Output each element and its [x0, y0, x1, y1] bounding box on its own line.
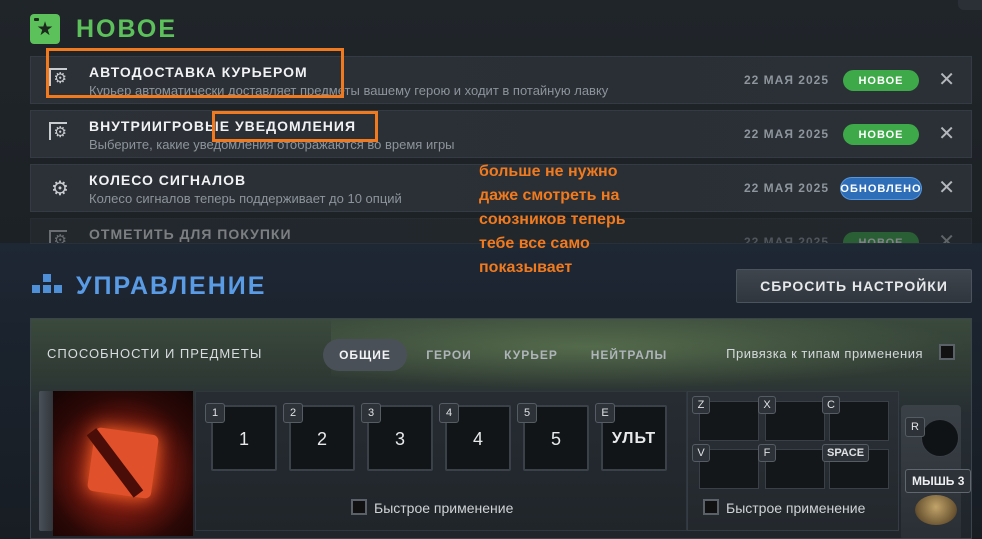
item-slot-z[interactable]: Z [692, 396, 759, 441]
hotkey-label: R [905, 417, 925, 437]
item-slot-space[interactable]: SPACE [822, 444, 889, 489]
annotation-text: больше не нужно даже смотреть на союзник… [479, 160, 669, 280]
hotkey-label: SPACE [822, 444, 870, 462]
quick-cast-items-label: Быстрое применение [726, 500, 866, 516]
item-slot-v[interactable]: V [692, 444, 759, 489]
hotkey-label: X [758, 396, 776, 414]
ability-label: 4 [472, 429, 483, 449]
list-item[interactable]: ⚙ ВНУТРИИГРОВЫЕ УВЕДОМЛЕНИЯ Выберите, ка… [30, 110, 972, 158]
ability-key-1[interactable]: 1 1 [205, 403, 277, 471]
hotkeys-panel: СПОСОБНОСТИ И ПРЕДМЕТЫ ОБЩИЕ ГЕРОИ КУРЬЕ… [30, 318, 972, 539]
ability-label: 2 [316, 429, 327, 449]
tab-neutrals[interactable]: НЕЙТРАЛЫ [583, 339, 675, 371]
status-badge: НОВОЕ [843, 124, 919, 145]
ability-label: 3 [394, 429, 405, 449]
hotkey-label: 1 [205, 403, 225, 423]
item-slot-c[interactable]: C [822, 396, 889, 441]
close-icon[interactable]: ✕ [938, 123, 955, 145]
status-badge: НОВОЕ [843, 70, 919, 91]
annotation-line: даже смотреть на [479, 187, 620, 204]
item-description: Курьер автоматически доставляет предметы… [89, 83, 609, 98]
annotation-line: тебе все само [479, 235, 590, 252]
teleport-scroll-icon [915, 495, 957, 525]
tab-courier[interactable]: КУРЬЕР [499, 339, 563, 371]
hotkey-label: 3 [361, 403, 381, 423]
list-item[interactable]: ⚙ АВТОДОСТАВКА КУРЬЕРОМ Курьер автоматич… [30, 56, 972, 104]
gear-icon: ⚙ [49, 122, 67, 140]
keyboard-icon [32, 273, 62, 300]
quick-cast-items-checkbox[interactable] [703, 499, 719, 515]
hotkey-label: F [758, 444, 776, 462]
controls-section-header: УПРАВЛЕНИЕ [32, 272, 266, 301]
quick-cast-abilities-label: Быстрое применение [374, 500, 514, 516]
item-date: 22 МАЯ 2025 [744, 181, 829, 195]
quick-cast-abilities-checkbox[interactable] [351, 499, 367, 515]
item-title: ВНУТРИИГРОВЫЕ УВЕДОМЛЕНИЯ [89, 118, 357, 134]
status-badge: ОБНОВЛЕНО [840, 178, 921, 199]
ability-key-2[interactable]: 2 2 [283, 403, 355, 471]
ability-key-3[interactable]: 3 3 [361, 403, 433, 471]
item-date: 22 МАЯ 2025 [744, 235, 829, 244]
hotkey-label: C [822, 396, 840, 414]
ability-label: 5 [550, 429, 561, 449]
close-icon[interactable]: ✕ [938, 231, 955, 243]
item-description: Колесо сигналов теперь поддерживает до 1… [89, 191, 402, 206]
controls-section-title: УПРАВЛЕНИЕ [76, 272, 267, 300]
ability-key-ult[interactable]: E УЛЬТ [595, 403, 667, 471]
annotation-line: показывает [479, 259, 573, 276]
mouse3-key-label[interactable]: МЫШЬ 3 [905, 469, 971, 493]
dota-logo-icon [86, 426, 160, 500]
item-slot-x[interactable]: X [758, 396, 825, 441]
gear-icon: ⚙ [49, 68, 67, 86]
hero-frame-edge [39, 391, 53, 531]
gear-icon: ⚙ [51, 178, 69, 200]
item-slot-f[interactable]: F [758, 444, 825, 489]
hero-portrait [53, 391, 193, 536]
extra-slot[interactable] [921, 419, 959, 457]
window-corner [958, 0, 982, 10]
hotkey-label: Z [692, 396, 710, 414]
item-date: 22 МАЯ 2025 [744, 73, 829, 87]
item-title: КОЛЕСО СИГНАЛОВ [89, 172, 247, 188]
close-icon[interactable]: ✕ [938, 69, 955, 91]
new-section-title: НОВОЕ [76, 14, 178, 43]
hotkey-label: 5 [517, 403, 537, 423]
reset-settings-button[interactable]: СБРОСИТЬ НАСТРОЙКИ [736, 269, 972, 303]
ability-label: УЛЬТ [611, 430, 657, 447]
tab-general[interactable]: ОБЩИЕ [323, 339, 407, 371]
gear-icon: ⚙ [49, 230, 67, 243]
status-badge: НОВОЕ [843, 232, 919, 243]
hotkey-label: 2 [283, 403, 303, 423]
hotkey-label: 4 [439, 403, 459, 423]
item-title: ОТМЕТИТЬ ДЛЯ ПОКУПКИ [89, 226, 292, 242]
cast-type-binding-checkbox[interactable] [939, 344, 955, 360]
hotkey-label: V [692, 444, 710, 462]
tab-heroes[interactable]: ГЕРОИ [419, 339, 479, 371]
close-icon[interactable]: ✕ [938, 177, 955, 199]
item-date: 22 МАЯ 2025 [744, 127, 829, 141]
ability-key-5[interactable]: 5 5 [517, 403, 589, 471]
ability-key-4[interactable]: 4 4 [439, 403, 511, 471]
item-description: Выберите, какие уведомления отображаются… [89, 137, 455, 152]
star-icon: ★ [30, 14, 60, 44]
ability-label: 1 [238, 429, 249, 449]
abilities-items-label: СПОСОБНОСТИ И ПРЕДМЕТЫ [47, 346, 263, 361]
new-section-header: ★ НОВОЕ [30, 14, 177, 44]
annotation-line: союзников теперь [479, 211, 626, 228]
annotation-line: больше не нужно [479, 163, 618, 180]
item-title: АВТОДОСТАВКА КУРЬЕРОМ [89, 64, 308, 80]
cast-type-binding-label: Привязка к типам применения [726, 346, 923, 361]
hotkey-label: E [595, 403, 615, 423]
